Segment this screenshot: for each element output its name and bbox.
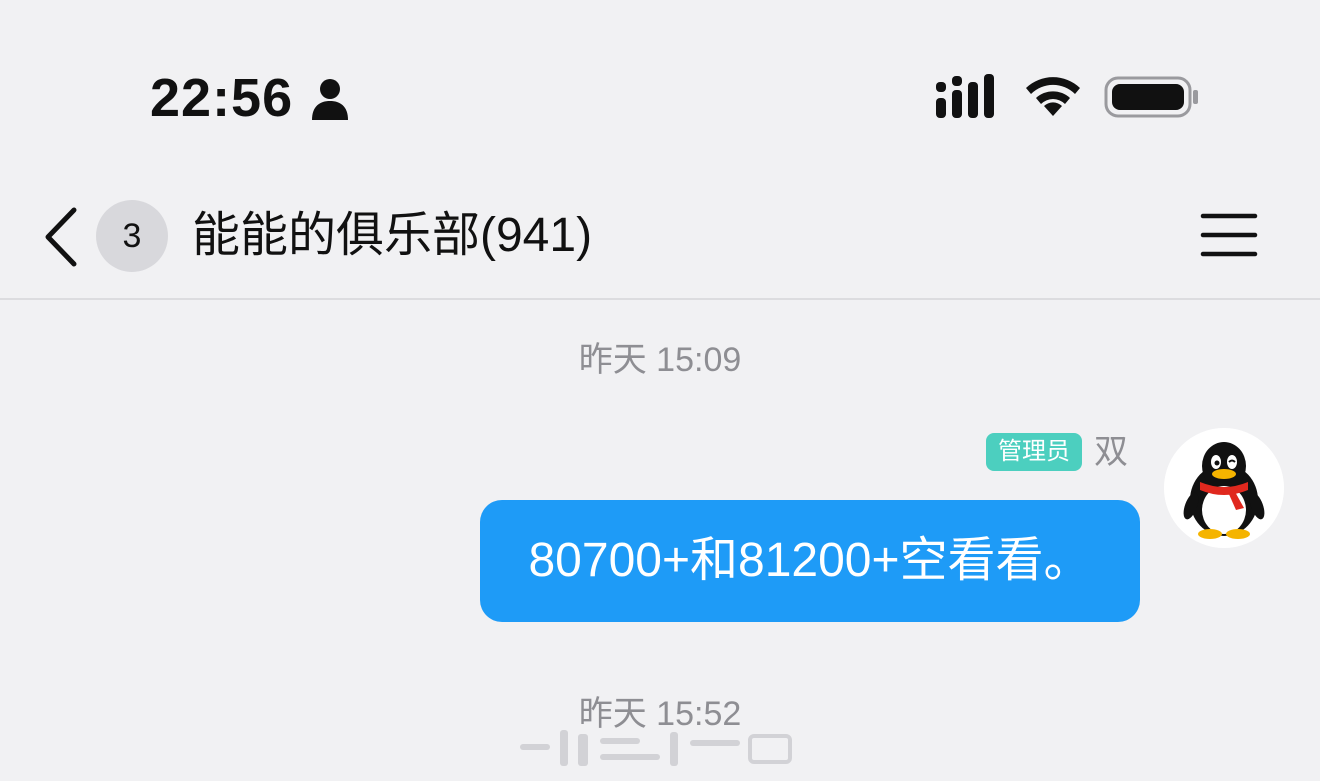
chat-screen: 22:56 3 能能的俱乐部(941) 昨天 15:09 管理员 双 80700… [0, 0, 1320, 781]
status-time: 22:56 [150, 68, 294, 128]
message-bubble[interactable]: 80700+和81200+空看看。 [480, 500, 1140, 622]
unread-count-badge[interactable]: 3 [96, 200, 168, 272]
sender-row: 管理员 双 [986, 430, 1128, 474]
signal-icon [936, 74, 994, 118]
battery-icon [1104, 76, 1198, 118]
status-bar: 22:56 [0, 0, 1320, 190]
nav-bar: 3 能能的俱乐部(941) [0, 190, 1320, 300]
message-timestamp: 昨天 15:09 [578, 341, 742, 379]
sender-name[interactable]: 双 [1094, 432, 1128, 472]
chevron-left-icon[interactable] [38, 204, 88, 270]
admin-role-badge: 管理员 [986, 433, 1082, 471]
penguin-avatar-icon[interactable] [1164, 428, 1284, 548]
hamburger-menu-icon[interactable] [1200, 210, 1258, 260]
person-icon [312, 79, 348, 120]
wifi-icon [1026, 77, 1080, 116]
chat-title: 能能的俱乐部(941) [192, 209, 593, 262]
partial-message-preview [520, 730, 792, 766]
